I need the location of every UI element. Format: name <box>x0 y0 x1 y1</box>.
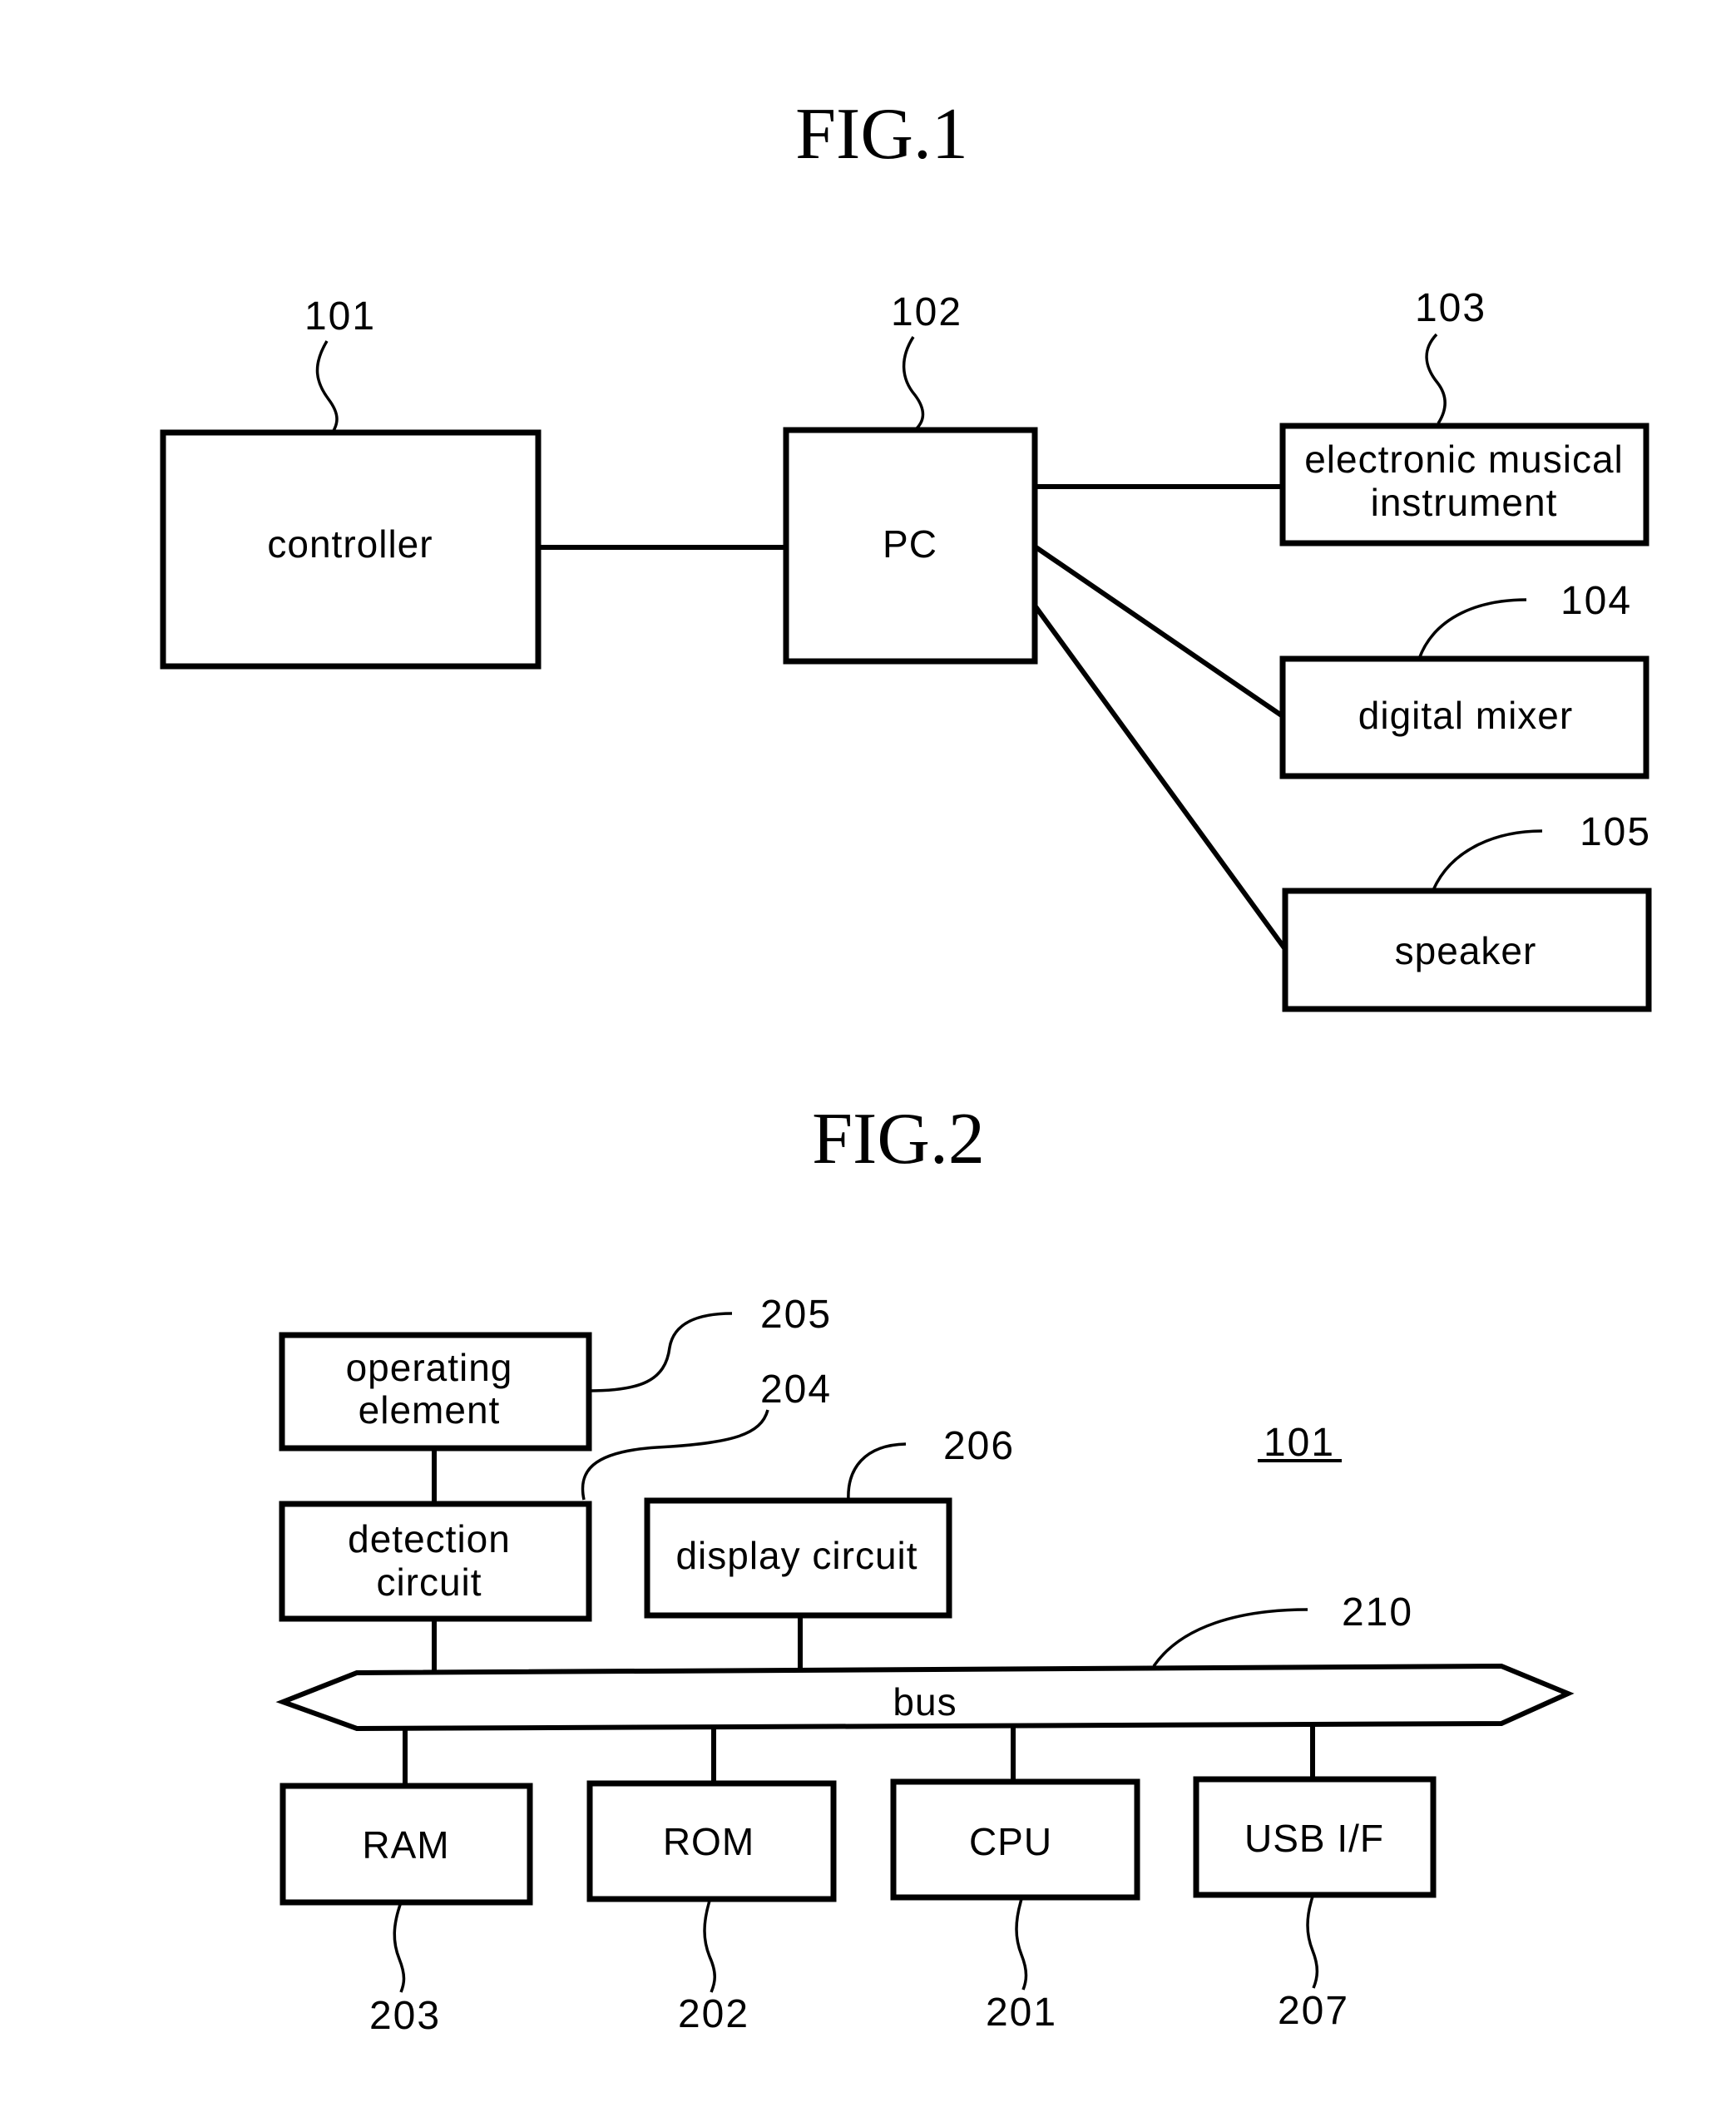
leader-line-206 <box>847 1442 907 1501</box>
leader-line-104 <box>1417 598 1527 660</box>
block-usb-interface: USB I/F 207 <box>1193 1776 1437 2033</box>
ref-numeral-103: 103 <box>1415 286 1486 330</box>
patent-drawing-sheet: FIG.1 controller 101 PC 102 electronic m… <box>160 94 1652 2038</box>
block-ram: RAM 203 <box>279 1783 533 2038</box>
ref-numeral-201: 201 <box>986 1991 1057 2035</box>
ref-numeral-207: 207 <box>1278 1989 1349 2033</box>
bus-label: bus <box>893 1680 957 1724</box>
controller-label: controller <box>267 522 433 566</box>
figure-1: FIG.1 controller 101 PC 102 electronic m… <box>160 94 1652 1012</box>
usb-interface-label: USB I/F <box>1244 1817 1384 1860</box>
leader-line-205 <box>588 1312 733 1392</box>
ref-numeral-105: 105 <box>1580 810 1651 854</box>
operating-element-label-line-1: operating <box>346 1346 513 1389</box>
block-controller: controller 101 <box>160 294 542 670</box>
instrument-label-line-1: electronic musical <box>1304 438 1624 481</box>
leader-line-201 <box>1015 1898 1028 1991</box>
ref-numeral-101: 101 <box>304 294 376 339</box>
block-electronic-musical-instrument: electronic musical instrument 103 <box>1279 286 1649 547</box>
ref-numeral-102: 102 <box>891 290 962 334</box>
device-ref-numeral-101: 101 <box>1264 1421 1335 1465</box>
ref-numeral-205: 205 <box>760 1293 832 1337</box>
block-display-circuit: display circuit 206 <box>644 1424 1015 1619</box>
mixer-label: digital mixer <box>1358 694 1573 737</box>
operating-element-label-line-2: element <box>359 1388 501 1432</box>
leader-line-202 <box>703 1900 716 1993</box>
display-circuit-label: display circuit <box>675 1534 917 1577</box>
detection-circuit-label-line-1: detection <box>348 1517 511 1560</box>
block-operating-element: operating element 205 <box>279 1293 832 1452</box>
block-pc: PC 102 <box>783 290 1038 665</box>
wire-pc-mixer <box>1033 544 1284 719</box>
cpu-label: CPU <box>969 1820 1052 1863</box>
leader-line-207 <box>1306 1896 1319 1989</box>
ref-numeral-202: 202 <box>678 1992 749 2036</box>
ref-numeral-210: 210 <box>1342 1590 1413 1635</box>
figure-2: FIG.2 101 operating element 205 detectio… <box>275 1099 1575 2038</box>
figure-1-title: FIG.1 <box>795 94 968 175</box>
rom-label: ROM <box>663 1820 754 1863</box>
instrument-label-line-2: instrument <box>1371 481 1558 524</box>
leader-line-204 <box>581 1409 769 1501</box>
wire-pc-speaker <box>1032 604 1288 951</box>
block-rom: ROM 202 <box>586 1780 837 2036</box>
leader-line-102 <box>902 336 925 432</box>
leader-line-105 <box>1432 829 1543 891</box>
leader-line-210 <box>1152 1608 1308 1667</box>
ram-label: RAM <box>362 1823 449 1867</box>
ref-numeral-204: 204 <box>760 1368 832 1412</box>
ref-numeral-104: 104 <box>1560 579 1632 623</box>
figure-2-title: FIG.2 <box>812 1099 985 1180</box>
pc-label: PC <box>883 522 937 566</box>
block-digital-mixer: digital mixer 104 <box>1279 579 1649 779</box>
ref-numeral-206: 206 <box>943 1424 1015 1468</box>
detection-circuit-label-line-2: circuit <box>376 1560 482 1604</box>
block-speaker: speaker 105 <box>1282 810 1652 1012</box>
leader-line-103 <box>1425 333 1447 424</box>
leader-line-101 <box>315 340 339 433</box>
block-cpu: CPU 201 <box>890 1778 1140 2035</box>
leader-line-203 <box>393 1902 406 1993</box>
ref-numeral-203: 203 <box>369 1994 441 2038</box>
speaker-label: speaker <box>1395 929 1537 972</box>
